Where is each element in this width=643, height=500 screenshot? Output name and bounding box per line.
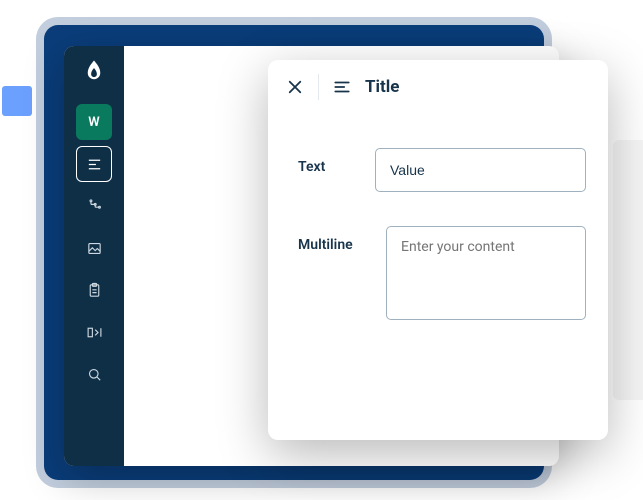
sidebar-item-clipboard[interactable] [76, 272, 112, 308]
multiline-label: Multiline [298, 226, 368, 253]
edit-panel: Title Text Multiline [268, 60, 608, 440]
panel-title: Title [365, 77, 399, 97]
text-input[interactable] [375, 148, 586, 192]
clipboard-icon [86, 282, 103, 299]
sidebar: W [64, 46, 124, 466]
image-icon [86, 240, 103, 257]
sidebar-item-images[interactable] [76, 230, 112, 266]
ghost-shadow [613, 140, 643, 400]
search-icon [86, 366, 103, 383]
text-label: Text [298, 148, 357, 175]
app-logo-icon [79, 58, 109, 88]
text-lines-icon [86, 156, 103, 173]
sidebar-item-collapse[interactable] [76, 314, 112, 350]
header-divider [318, 74, 319, 100]
decorative-square [2, 86, 32, 116]
workspace-badge: W [88, 115, 99, 130]
sidebar-item-workspace[interactable]: W [76, 104, 112, 140]
sidebar-item-search[interactable] [76, 356, 112, 392]
collapse-icon [86, 324, 103, 341]
row-multiline: Multiline [268, 226, 608, 320]
sidebar-item-text[interactable] [76, 146, 112, 182]
tree-icon [86, 198, 103, 215]
close-icon[interactable] [286, 78, 304, 96]
row-text: Text [268, 148, 608, 192]
sidebar-item-structure[interactable] [76, 188, 112, 224]
panel-header: Title [268, 60, 608, 114]
title-lines-icon [333, 80, 351, 94]
multiline-input[interactable] [386, 226, 586, 320]
